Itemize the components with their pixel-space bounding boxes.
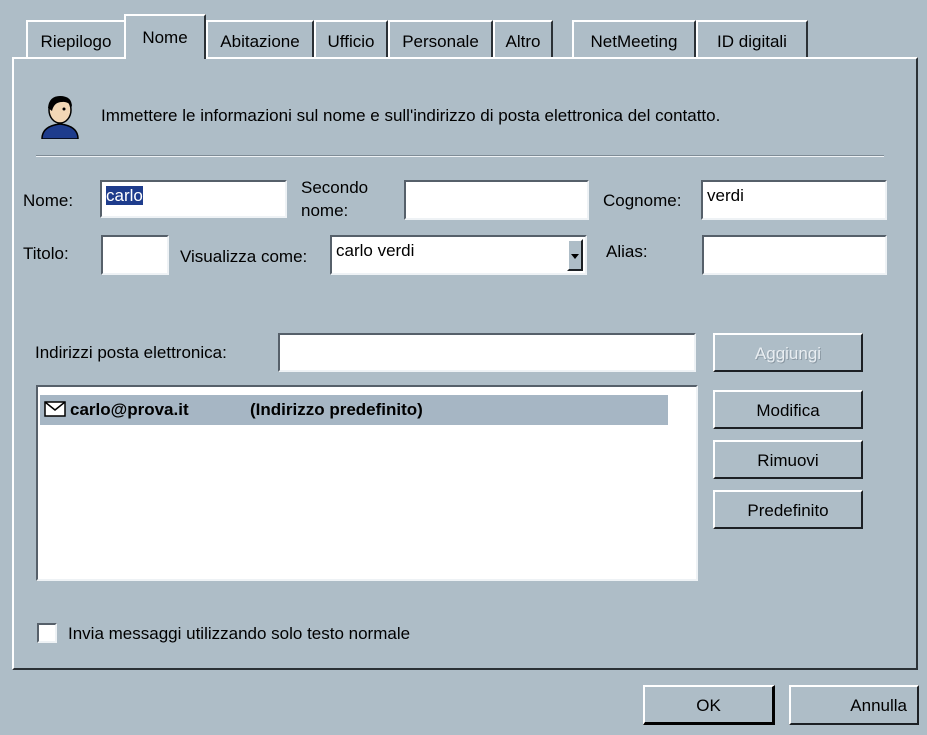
cognome-value: verdi [707, 186, 744, 205]
plain-text-checkbox-label: Invia messaggi utilizzando solo testo no… [68, 624, 411, 643]
ok-button[interactable]: OK [643, 685, 775, 725]
secondo-nome-label-line1: Secondo [301, 178, 369, 197]
default-button[interactable]: Predefinito [713, 490, 863, 529]
alias-label: Alias: [606, 242, 648, 261]
cognome-field[interactable]: verdi [701, 180, 887, 220]
tab-netmeeting[interactable]: NetMeeting [572, 20, 696, 57]
modify-button[interactable]: Modifica [713, 390, 863, 429]
add-button[interactable]: Aggiungi [713, 333, 863, 372]
tab-id-digitali[interactable]: ID digitali [696, 20, 808, 57]
tab-personale[interactable]: Personale [388, 20, 493, 57]
email-label: Indirizzi posta elettronica: [35, 343, 227, 362]
titolo-label: Titolo: [23, 244, 69, 263]
plain-text-checkbox[interactable] [37, 623, 57, 643]
nome-value: carlo [106, 186, 143, 205]
separator [36, 155, 884, 157]
email-address: carlo@prova.it [70, 400, 189, 419]
tab-ufficio[interactable]: Ufficio [314, 20, 388, 57]
secondo-nome-field[interactable] [404, 180, 589, 220]
nome-label: Nome: [23, 191, 74, 210]
list-item[interactable]: carlo@prova.it (Indirizzo predefinito) [40, 395, 668, 425]
envelope-icon [44, 401, 66, 422]
titolo-field[interactable] [101, 235, 169, 275]
contact-person-icon [38, 93, 82, 140]
tab-riepilogo[interactable]: Riepilogo [26, 20, 126, 57]
email-list[interactable]: carlo@prova.it (Indirizzo predefinito) [36, 385, 698, 581]
dropdown-arrow-icon [571, 254, 579, 259]
cognome-label: Cognome: [603, 191, 682, 210]
visualizza-come-label: Visualizza come: [180, 247, 308, 266]
remove-button[interactable]: Rimuovi [713, 440, 863, 479]
tab-altro[interactable]: Altro [493, 20, 553, 57]
visualizza-come-dropdown[interactable]: carlo verdi [330, 235, 587, 275]
tab-nome[interactable]: Nome [124, 14, 206, 59]
intro-text: Immettere le informazioni sul nome e sul… [101, 106, 721, 125]
secondo-nome-label-line2: nome: [301, 201, 349, 220]
tab-abitazione[interactable]: Abitazione [206, 20, 314, 57]
cancel-button[interactable]: Annulla [789, 685, 919, 725]
alias-field[interactable] [702, 235, 887, 275]
dropdown-arrow-button[interactable] [567, 239, 583, 271]
nome-field[interactable]: carlo [100, 180, 287, 218]
email-default-note: (Indirizzo predefinito) [250, 400, 423, 419]
visualizza-come-value: carlo verdi [336, 241, 415, 260]
email-input[interactable] [278, 333, 696, 372]
